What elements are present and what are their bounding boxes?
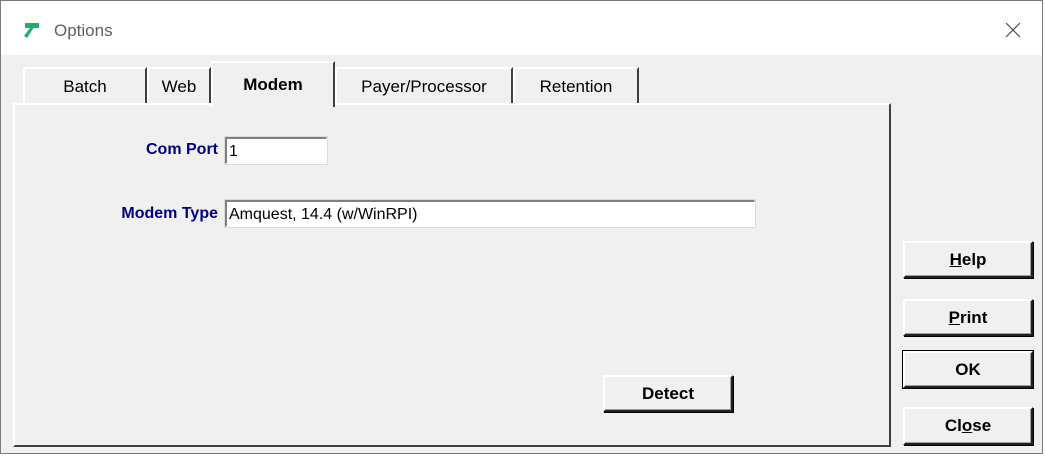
close-label-rest: se [972,416,992,435]
ok-button[interactable]: OK [902,350,1034,389]
modem-type-input[interactable]: Amquest, 14.4 (w/WinRPI) [224,199,756,228]
tab-web[interactable]: Web [147,67,211,105]
ok-label: OK [955,359,981,379]
close-window-icon[interactable] [998,15,1028,45]
help-button[interactable]: Help [903,241,1033,278]
tab-payer-processor[interactable]: Payer/Processor [335,67,513,105]
help-label-rest: elp [961,249,987,269]
tab-retention[interactable]: Retention [513,67,639,105]
print-button[interactable]: Print [903,299,1033,336]
tab-label: Payer/Processor [361,77,487,96]
modem-type-label: Modem Type [121,205,218,222]
detect-button-label: Detect [642,383,694,403]
title-bar: Options [1,1,1042,55]
tab-label: Retention [539,77,613,96]
help-mnemonic: H [949,249,962,269]
tab-label: Modem [243,75,303,94]
tab-batch[interactable]: Batch [23,67,147,105]
com-port-input[interactable]: 1 [224,136,328,165]
options-window: Options Batch Web Modem Payer/Processor … [0,0,1043,454]
app-arrow-icon [24,23,39,38]
window-title: Options [54,21,113,40]
tab-modem[interactable]: Modem [211,61,335,107]
tab-label: Web [161,77,197,96]
detect-button[interactable]: Detect [603,375,733,412]
tab-label: Batch [63,77,107,96]
print-mnemonic: P [948,307,960,327]
modem-tab-panel: Com Port 1 Modem Type Amquest, 14.4 (w/W… [13,103,891,447]
close-mnemonic: o [961,416,973,435]
com-port-label: Com Port [146,141,218,158]
close-label-start: Cl [944,416,962,435]
close-button[interactable]: Cl o se [903,407,1033,445]
print-label-rest: rint [959,307,988,327]
